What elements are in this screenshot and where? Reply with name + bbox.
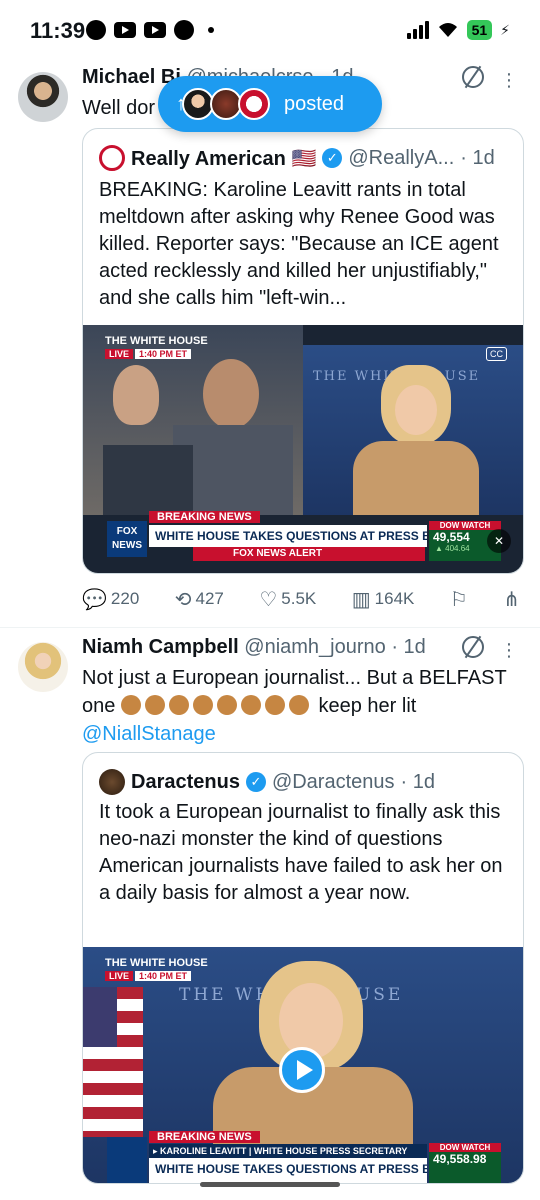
breaking-label: BREAKING NEWS — [149, 1131, 260, 1143]
quote-avatar — [99, 145, 125, 171]
cell-signal-icon — [406, 21, 429, 39]
post-time: · 1d — [391, 636, 426, 658]
ticker-headline: WHITE HOUSE TAKES QUESTIONS AT PRESS BRI… — [149, 525, 427, 547]
quote-time: · 1d — [400, 770, 435, 793]
avatar[interactable] — [18, 642, 68, 692]
charging-icon: ⚡ — [500, 21, 510, 38]
quote-avatar — [99, 769, 125, 795]
tweet-niamh[interactable]: Niamh Campbell @niamh_journo · 1d ⋮ Not … — [0, 636, 540, 1184]
bookmark-button[interactable]: ⚐ — [450, 587, 468, 612]
repost-button[interactable]: ⟲ 427 — [175, 587, 224, 612]
quoted-tweet[interactable]: Really American 🇺🇸 ✓ @ReallyA... · 1d BR… — [82, 128, 524, 574]
battery-indicator: 51 — [466, 20, 493, 40]
grok-icon[interactable] — [462, 636, 484, 658]
quote-author-handle: @Daractenus — [271, 770, 395, 793]
fox-news-logo — [107, 1137, 147, 1183]
spotify-icon — [174, 20, 194, 40]
wh-tag: THE WHITE HOUSE LIVE 1:40 PM ET — [105, 957, 208, 981]
reply-icon: 💬 — [82, 588, 107, 611]
mute-icon[interactable]: ✕ — [487, 529, 511, 553]
author-handle[interactable]: @niamh_journo — [244, 636, 386, 658]
like-button[interactable]: ♡ 5.5K — [259, 587, 316, 612]
ticker-headline: WHITE HOUSE TAKES QUESTIONS AT PRESS BRI… — [149, 1158, 427, 1183]
wh-tag: THE WHITE HOUSE LIVE 1:40 PM ET — [105, 335, 208, 359]
avatar[interactable] — [18, 72, 68, 122]
heart-icon: ♡ — [259, 588, 278, 611]
closed-captions-icon[interactable]: CC — [486, 347, 507, 361]
video-player[interactable]: THE WHITE HOUSE THE WHITE HOUSE LIVE 1:4… — [83, 947, 523, 1183]
share-icon: ⋔ — [503, 588, 520, 611]
dow-box: DOW WATCH 49,558.98 — [429, 1143, 501, 1183]
fist-emoji — [120, 695, 313, 717]
new-posts-pill[interactable]: ↑ posted — [158, 76, 382, 132]
views-button[interactable]: ▥ 164K — [352, 587, 415, 612]
more-options-icon[interactable]: ⋮ — [500, 640, 518, 661]
news-ticker: BREAKING NEWS FOX NEWS WHITE HOUSE TAKES… — [83, 511, 523, 573]
alert-label: FOX NEWS ALERT — [193, 547, 425, 561]
views-icon: ▥ — [351, 588, 371, 611]
mention-link[interactable]: @NiallStanage — [82, 723, 216, 745]
notification-icons — [86, 20, 214, 40]
quote-text: It took a European journalist to finally… — [99, 801, 503, 904]
quote-author-name: Daractenus — [131, 770, 240, 793]
play-icon — [297, 1060, 313, 1080]
poster-avatar — [238, 88, 270, 120]
tweet-michael[interactable]: Michael Bi @michaelcrse · 1d ⋮ Well dor … — [0, 66, 540, 622]
play-button[interactable] — [279, 1047, 325, 1093]
action-bar: 💬 220 ⟲ 427 ♡ 5.5K ▥ 164K ⚐ ⋔ — [82, 584, 520, 614]
lower-third: ▸ KAROLINE LEAVITT | WHITE HOUSE PRESS S… — [149, 1144, 427, 1158]
wifi-icon — [438, 23, 457, 37]
share-button[interactable]: ⋔ — [503, 587, 520, 612]
quoted-tweet[interactable]: Daractenus ✓ @Daractenus · 1d It took a … — [82, 752, 524, 1184]
pill-label: posted — [284, 92, 345, 115]
grok-icon[interactable] — [462, 66, 484, 88]
quote-author-handle: @ReallyA... — [348, 146, 455, 169]
verified-badge-icon: ✓ — [322, 148, 343, 168]
repost-icon: ⟲ — [174, 588, 192, 611]
verified-badge-icon: ✓ — [245, 772, 266, 792]
youtube-icon — [114, 22, 136, 38]
home-indicator[interactable] — [200, 1182, 340, 1187]
tweet-text: Not just a European journalist... But a … — [82, 667, 507, 745]
app-notification-icon — [86, 20, 106, 40]
fox-news-logo: FOX NEWS — [107, 521, 147, 557]
status-bar: 11:39 51 ⚡ — [0, 0, 540, 64]
breaking-label: BREAKING NEWS — [149, 511, 260, 523]
clock: 11:39 — [30, 18, 86, 43]
video-player[interactable]: THE WHITE HOUSE THE WHITE HOUSE LIVE 1:4… — [83, 325, 523, 573]
quote-text: BREAKING: Karoline Leavitt rants in tota… — [99, 179, 499, 309]
author-name[interactable]: Niamh Campbell — [82, 636, 239, 658]
reply-button[interactable]: 💬 220 — [82, 587, 139, 612]
more-options-icon[interactable]: ⋮ — [500, 70, 518, 91]
quote-time: · 1d — [460, 146, 495, 169]
youtube-icon — [144, 22, 166, 38]
bookmark-icon: ⚐ — [449, 588, 468, 611]
more-notifications-dot — [208, 27, 214, 33]
divider — [0, 627, 540, 628]
quote-author-name: Really American 🇺🇸 — [131, 147, 317, 170]
video-right-panel: THE WHITE HOUSE — [303, 345, 523, 515]
